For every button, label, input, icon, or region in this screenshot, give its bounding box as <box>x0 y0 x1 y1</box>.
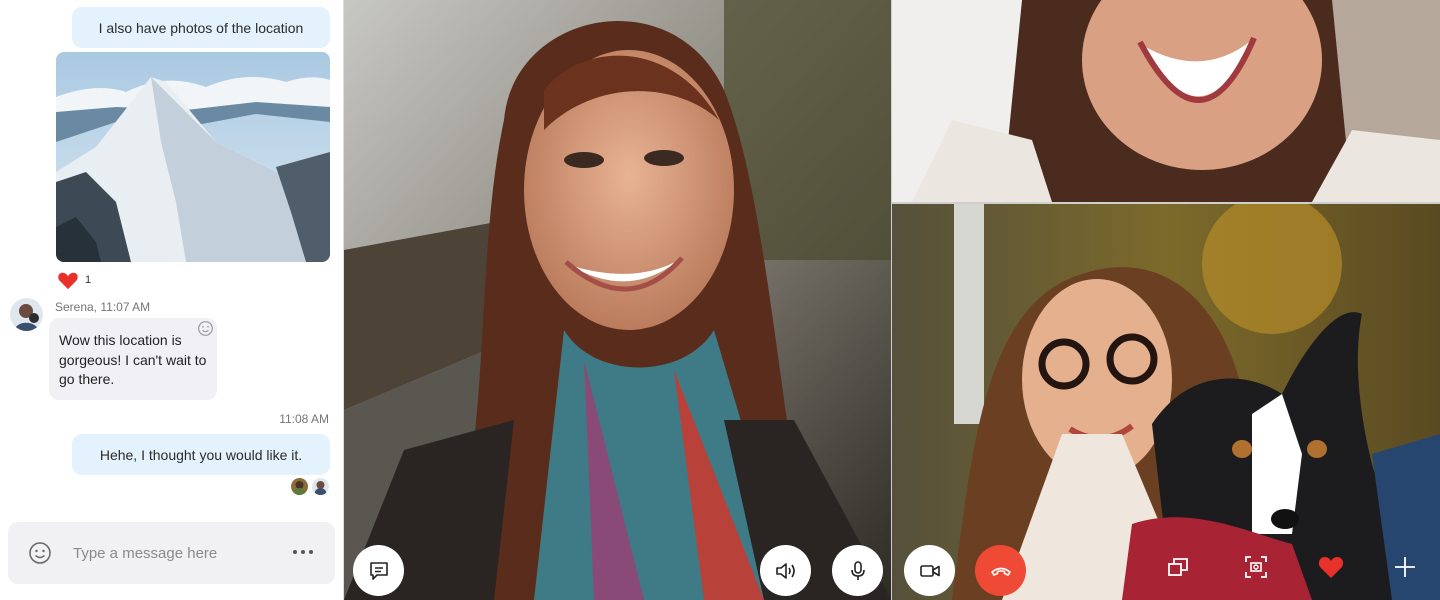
snapshot-icon <box>1245 556 1267 578</box>
message-reaction[interactable]: 1 <box>57 270 91 290</box>
add-participant-button[interactable] <box>1385 547 1425 587</box>
end-call-button[interactable] <box>975 545 1026 596</box>
mountain-image <box>56 52 330 262</box>
hang-up-icon <box>990 567 1011 576</box>
message-time: 11:08 AM <box>279 412 329 426</box>
shared-photo-mountain[interactable] <box>56 52 330 262</box>
message-bubble-incoming[interactable]: Wow this location is gorgeous! I can't w… <box>49 318 217 400</box>
participant-video <box>892 204 1440 600</box>
message-bubble-outgoing[interactable]: Hehe, I thought you would like it. <box>72 434 330 475</box>
reaction-count: 1 <box>85 274 92 286</box>
switch-view-icon <box>1168 558 1188 576</box>
chat-panel: I also have photos of the location 1 Ser… <box>0 0 344 600</box>
read-receipt-avatar <box>312 478 329 495</box>
read-receipt-avatar <box>291 478 308 495</box>
speaker-icon <box>775 562 795 579</box>
video-divider <box>892 202 1440 204</box>
participant-video <box>892 0 1440 202</box>
send-reaction-button[interactable] <box>1311 547 1351 587</box>
video-button[interactable] <box>904 545 955 596</box>
read-receipts <box>291 478 329 495</box>
microphone-icon <box>850 560 865 580</box>
heart-icon <box>58 272 78 290</box>
add-reaction-icon[interactable] <box>197 320 214 337</box>
video-camera-icon <box>919 564 940 577</box>
message-composer[interactable]: Type a message here <box>8 522 335 584</box>
message-text: Hehe, I thought you would like it. <box>99 446 303 463</box>
message-text: I also have photos of the location <box>98 19 304 36</box>
heart-icon <box>1318 557 1344 578</box>
sender-name-time: Serena, 11:07 AM <box>55 300 151 314</box>
video-divider <box>891 0 892 600</box>
emoji-icon[interactable] <box>28 541 52 565</box>
more-options-icon[interactable] <box>291 546 315 558</box>
participant-video-bottom <box>892 204 1440 600</box>
speaker-button[interactable] <box>760 545 811 596</box>
message-input[interactable]: Type a message here <box>73 545 217 562</box>
chat-toggle-button[interactable] <box>353 545 404 596</box>
microphone-button[interactable] <box>832 545 883 596</box>
participant-video-top <box>892 0 1440 202</box>
avatar[interactable] <box>10 298 43 331</box>
message-text: Wow this location is gorgeous! I can't w… <box>59 332 207 387</box>
participant-video <box>344 0 891 600</box>
main-video-feed <box>344 0 891 600</box>
switch-view-button[interactable] <box>1158 547 1198 587</box>
message-bubble-outgoing[interactable]: I also have photos of the location <box>72 7 330 48</box>
snapshot-button[interactable] <box>1236 547 1276 587</box>
plus-icon <box>1395 557 1415 577</box>
chat-icon <box>369 561 388 580</box>
avatar-image <box>10 298 43 331</box>
